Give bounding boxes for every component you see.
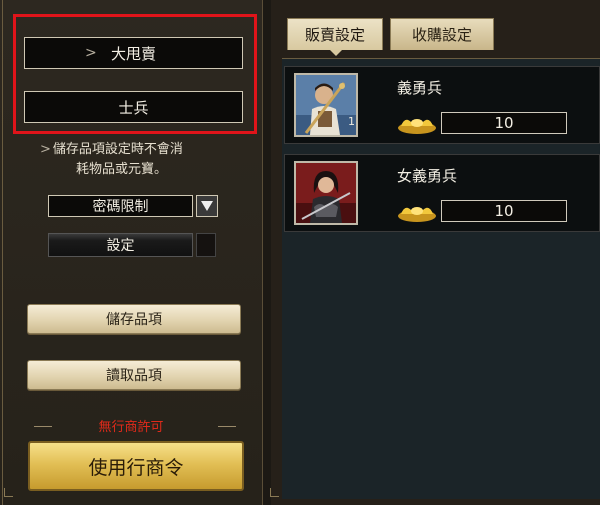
gold-ingot-icon [398, 207, 436, 222]
set-button[interactable]: 設定 [48, 233, 193, 257]
use-license-label: 使用行商令 [88, 456, 184, 479]
price-value: 10 [494, 114, 514, 132]
tab-sell-settings[interactable]: 販賣設定 [287, 18, 383, 50]
save-items-button[interactable]: 儲存品項 [27, 304, 241, 334]
frame-corner-ornament [4, 488, 13, 497]
dropdown-toggle-button[interactable] [196, 195, 218, 217]
tab-buy-settings[interactable]: 收購設定 [390, 18, 494, 50]
unit-name: 女義勇兵 [397, 167, 458, 185]
load-items-button[interactable]: 讀取品項 [27, 360, 241, 390]
active-tab-pointer-icon [330, 50, 342, 56]
note-line-1: 儲存品項設定時不會消 [52, 142, 183, 157]
highlight-box [13, 14, 257, 134]
note-arrow-icon: > [40, 142, 51, 157]
stack-count: 1 [348, 115, 355, 128]
save-items-label: 儲存品項 [106, 312, 162, 328]
unit-name: 義勇兵 [397, 79, 443, 97]
note-line-2: 耗物品或元寶。 [76, 162, 168, 177]
load-items-label: 讀取品項 [106, 368, 162, 384]
set-checkbox[interactable] [196, 233, 216, 257]
list-item[interactable]: 1 義勇兵 10 [284, 66, 600, 144]
price-field[interactable]: 10 [441, 112, 567, 134]
password-limit-dropdown[interactable]: 密碼限制 [48, 195, 193, 217]
tab-sell-label: 販賣設定 [304, 26, 365, 44]
use-license-button[interactable]: 使用行商令 [28, 441, 244, 491]
frame-corner-ornament [270, 488, 279, 497]
price-value: 10 [494, 202, 514, 220]
no-license-text: 無行商許可 [98, 420, 164, 435]
list-item[interactable]: 女義勇兵 10 [284, 154, 600, 232]
save-note: > 儲存品項設定時不會消 耗物品或元寶。 [40, 140, 260, 180]
female-militia-portrait [294, 161, 358, 225]
gold-ingot-icon [398, 119, 436, 134]
set-button-label: 設定 [106, 238, 135, 254]
price-field[interactable]: 10 [441, 200, 567, 222]
triangle-down-icon [201, 201, 213, 211]
password-limit-value: 密碼限制 [92, 199, 149, 215]
tab-buy-label: 收購設定 [411, 26, 472, 44]
